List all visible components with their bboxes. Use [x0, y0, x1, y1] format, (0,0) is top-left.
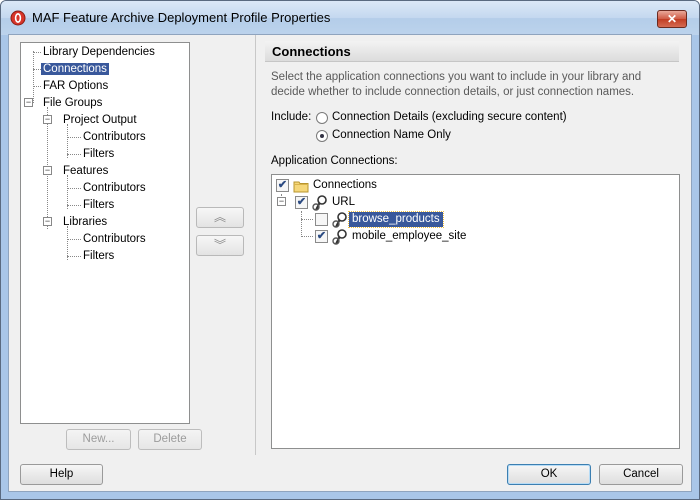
tree-item-filters[interactable]: Filters: [81, 248, 116, 264]
connections-checkbox[interactable]: ✔: [276, 179, 289, 192]
tree-connector: [67, 226, 68, 260]
tree-item-features[interactable]: Features: [61, 163, 110, 179]
collapse-icon[interactable]: −: [43, 217, 52, 226]
mobile-employee-site-checkbox[interactable]: ✔: [315, 230, 328, 243]
folder-icon: [293, 181, 309, 193]
application-connections-label: Application Connections:: [271, 155, 398, 167]
url-connection-icon: [312, 195, 327, 211]
tree-item-project-output[interactable]: Project Output: [61, 112, 139, 128]
oracle-app-icon: [10, 10, 26, 26]
close-icon: ✕: [666, 12, 678, 26]
tree-item-library-dependencies[interactable]: Library Dependencies: [41, 44, 157, 60]
include-label: Include:: [271, 111, 312, 123]
tree-connector: [33, 51, 34, 103]
chevron-double-up-icon: ︽: [213, 210, 226, 224]
tree-connector: [301, 219, 313, 220]
tree-connector: [67, 124, 68, 158]
move-down-button[interactable]: ︾: [196, 235, 244, 256]
dialog-body: − − − − Library Dependencies Connections…: [8, 34, 692, 492]
tree-item-contributors[interactable]: Contributors: [81, 129, 148, 145]
connection-name-only-label[interactable]: Connection Name Only: [332, 129, 451, 141]
tree-connector: [33, 69, 41, 70]
navigation-tree[interactable]: − − − − Library Dependencies Connections…: [20, 42, 190, 424]
url-group-label[interactable]: URL: [332, 195, 355, 210]
browse-products-item[interactable]: browse_products: [348, 211, 444, 228]
tree-connector: [67, 137, 81, 138]
window-title: MAF Feature Archive Deployment Profile P…: [32, 10, 331, 25]
url-connection-icon: [332, 212, 347, 228]
new-button[interactable]: New...: [66, 429, 131, 450]
tree-item-contributors[interactable]: Contributors: [81, 231, 148, 247]
tree-item-libraries[interactable]: Libraries: [61, 214, 109, 230]
page-title: Connections: [265, 41, 679, 62]
browse-products-checkbox[interactable]: [315, 213, 328, 226]
help-button[interactable]: Help: [20, 464, 103, 485]
tree-connector: [67, 239, 81, 240]
title-bar[interactable]: MAF Feature Archive Deployment Profile P…: [1, 1, 699, 35]
close-button[interactable]: ✕: [657, 10, 687, 28]
connection-details-label[interactable]: Connection Details (excluding secure con…: [332, 111, 567, 123]
application-connections-tree[interactable]: ✔ Connections − ✔ URL browse_products ✔ …: [271, 174, 680, 449]
mobile-employee-site-item[interactable]: mobile_employee_site: [352, 229, 466, 244]
tree-connector: [67, 256, 81, 257]
move-up-button[interactable]: ︽: [196, 207, 244, 228]
dialog-window: MAF Feature Archive Deployment Profile P…: [0, 0, 700, 500]
chevron-double-down-icon: ︾: [213, 238, 226, 252]
url-connection-icon: [332, 229, 347, 245]
connection-name-only-radio[interactable]: [316, 130, 328, 142]
ok-button[interactable]: OK: [507, 464, 591, 485]
tree-item-file-groups[interactable]: File Groups: [41, 95, 104, 111]
tree-connector: [33, 86, 41, 87]
collapse-icon[interactable]: −: [43, 115, 52, 124]
tree-connector: [67, 205, 81, 206]
collapse-icon[interactable]: −: [43, 166, 52, 175]
tree-item-connections[interactable]: Connections: [41, 61, 109, 77]
collapse-icon[interactable]: −: [24, 98, 33, 107]
tree-connector: [67, 188, 81, 189]
connection-details-radio[interactable]: [316, 112, 328, 124]
instructions-text: Select the application connections you w…: [271, 71, 642, 98]
tree-item-filters[interactable]: Filters: [81, 197, 116, 213]
collapse-icon[interactable]: −: [277, 197, 286, 206]
cancel-button[interactable]: Cancel: [599, 464, 683, 485]
tree-connector: [301, 236, 313, 237]
tree-connector: [67, 175, 68, 209]
url-group-checkbox[interactable]: ✔: [295, 196, 308, 209]
delete-button[interactable]: Delete: [138, 429, 202, 450]
tree-item-far-options[interactable]: FAR Options: [41, 78, 110, 94]
tree-item-filters[interactable]: Filters: [81, 146, 116, 162]
tree-connector: [67, 154, 81, 155]
tree-connector: [33, 52, 41, 53]
connections-root-label[interactable]: Connections: [313, 178, 377, 193]
panel-divider: [255, 35, 256, 455]
tree-connector: [301, 211, 302, 235]
tree-item-contributors[interactable]: Contributors: [81, 180, 148, 196]
